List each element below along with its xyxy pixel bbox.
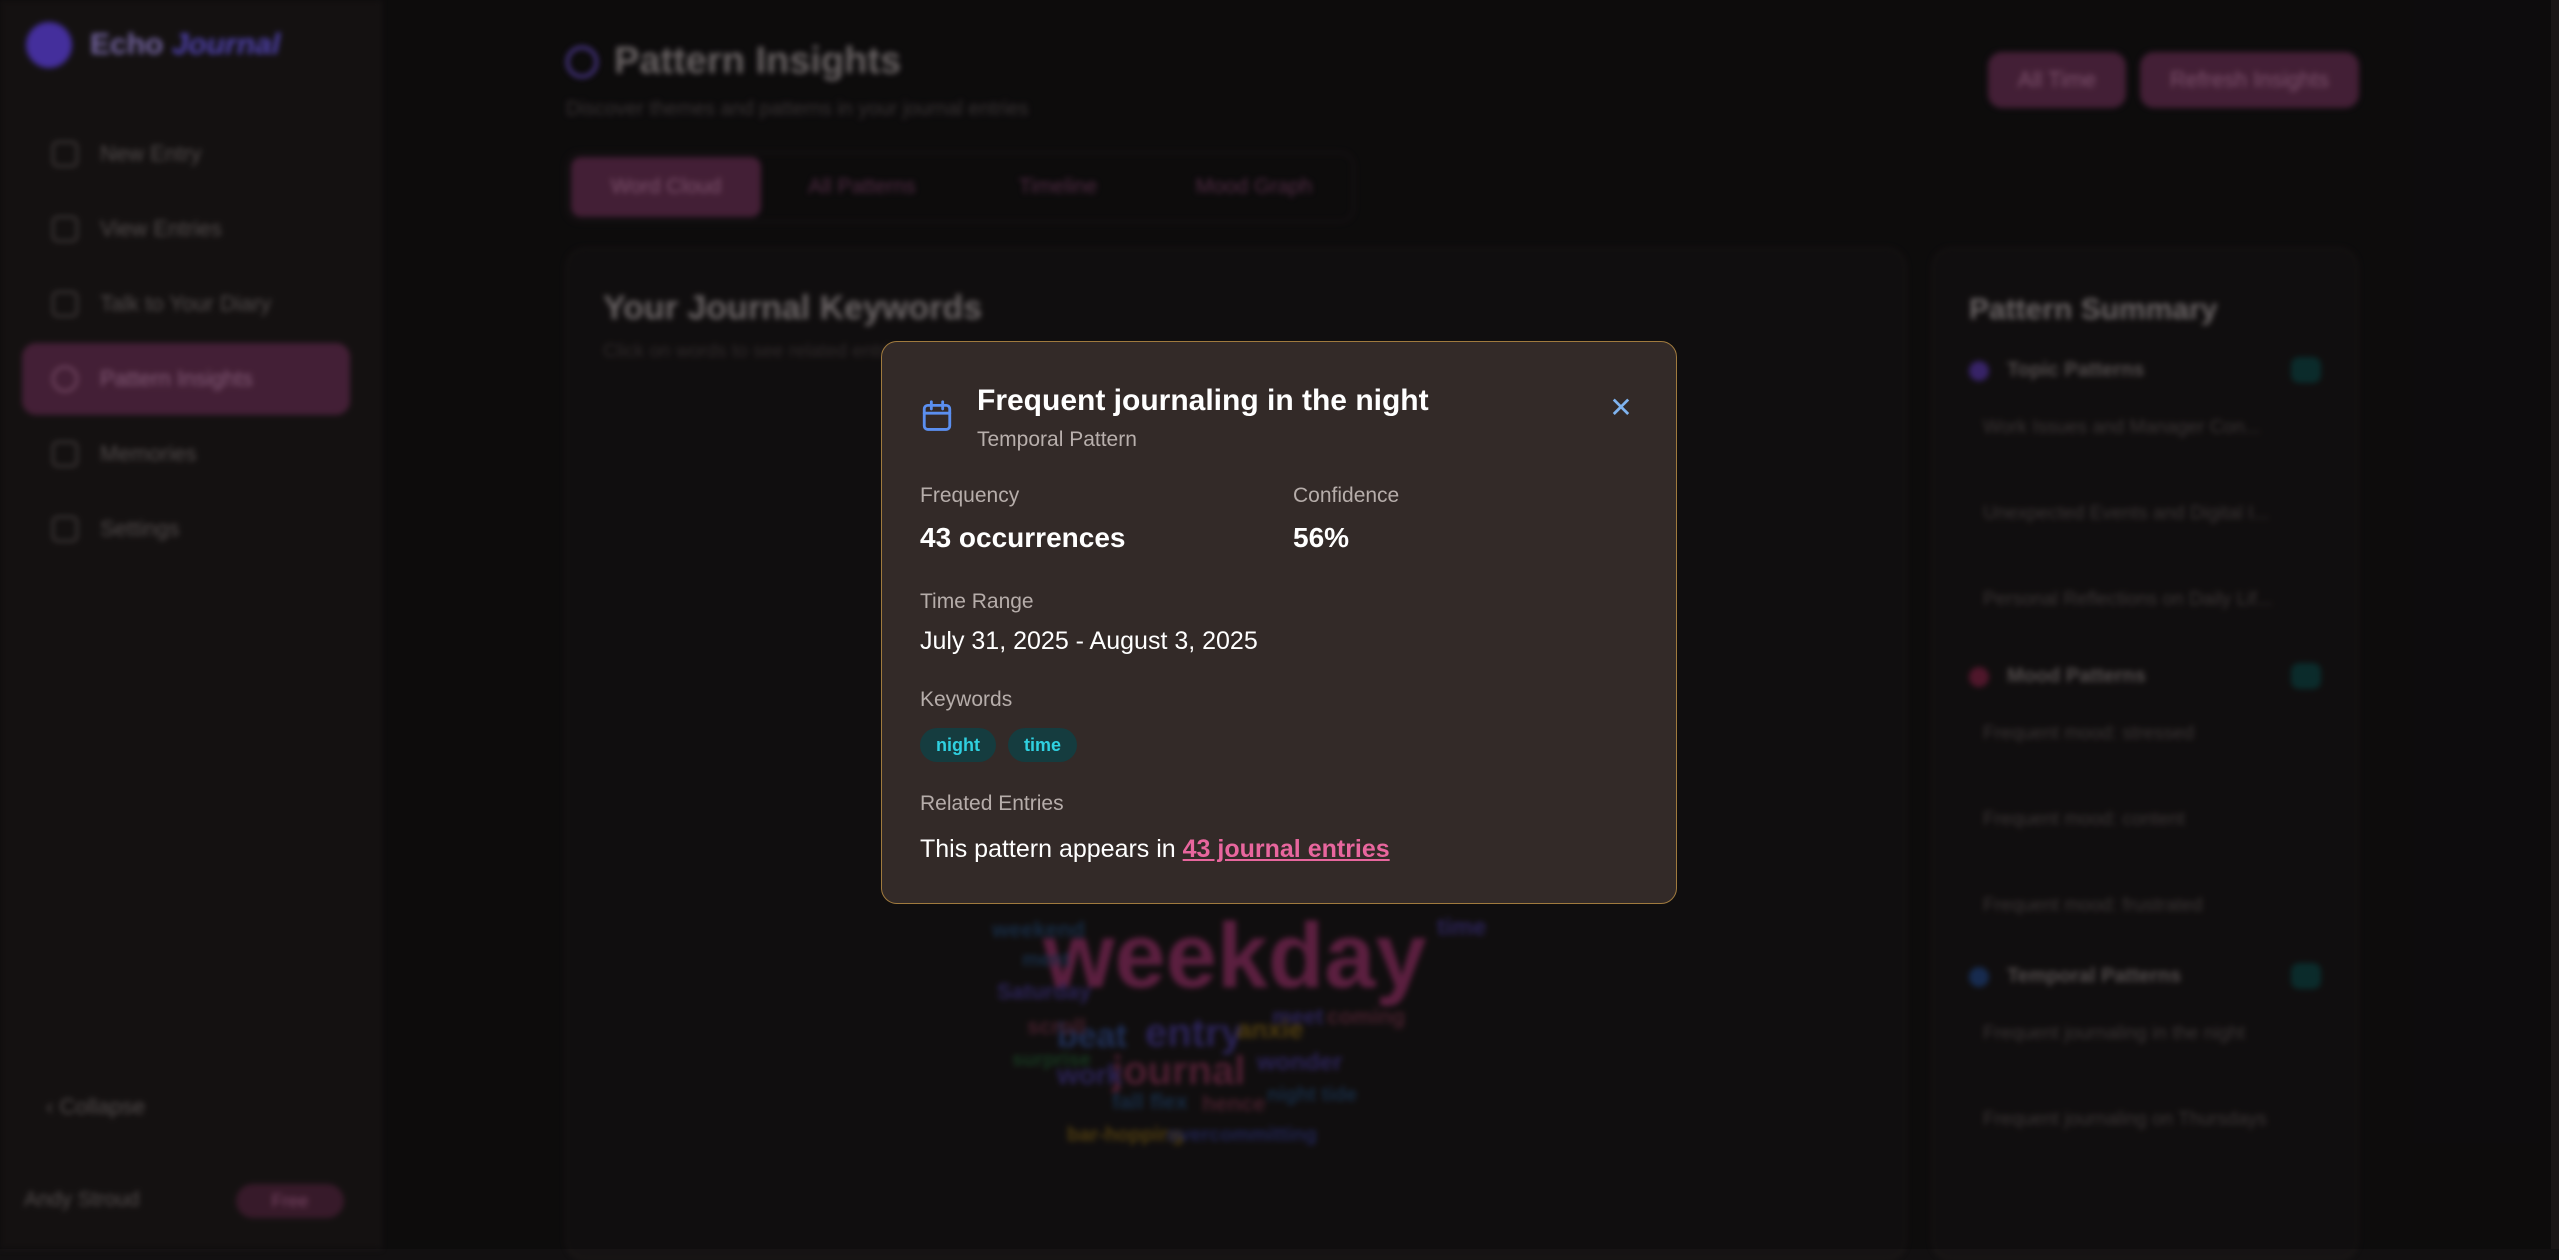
time-range-value: July 31, 2025 - August 3, 2025 [920, 627, 1258, 655]
related-entries-text: This pattern appears in 43 journal entri… [920, 835, 1390, 864]
keyword-chips: night time [920, 728, 1077, 762]
frequency-label: Frequency [920, 484, 1020, 507]
confidence-label: Confidence [1293, 484, 1400, 507]
keyword-chip[interactable]: night [920, 728, 996, 762]
frequency-value: 43 occurrences [920, 522, 1126, 553]
calendar-icon [922, 400, 952, 431]
modal-title: Frequent journaling in the night [977, 384, 1429, 417]
keyword-chip[interactable]: time [1007, 728, 1077, 762]
close-icon[interactable]: ✕ [1604, 390, 1638, 424]
keywords-label: Keywords [920, 688, 1013, 711]
time-range-label: Time Range [920, 590, 1034, 613]
confidence-value: 56% [1293, 522, 1350, 553]
pattern-detail-modal: Frequent journaling in the night Tempora… [881, 341, 1677, 904]
related-entries-label: Related Entries [920, 792, 1064, 815]
page-scrollbar[interactable] [2551, 0, 2559, 1249]
related-prefix: This pattern appears in [920, 835, 1176, 863]
related-entries-link[interactable]: 43 journal entries [1183, 835, 1390, 863]
modal-subtitle: Temporal Pattern [977, 428, 1137, 451]
